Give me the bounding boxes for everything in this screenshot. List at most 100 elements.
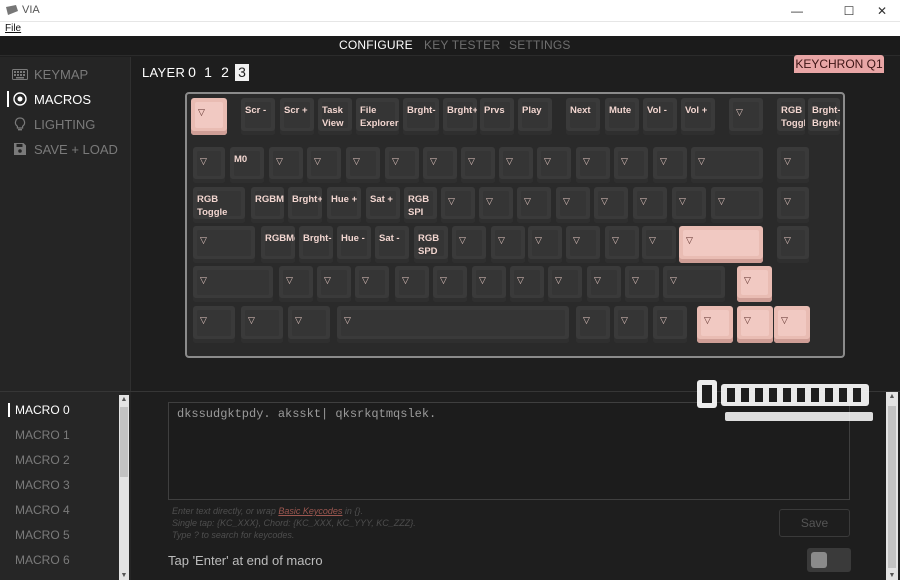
- keycap[interactable]: ▽: [491, 226, 525, 263]
- macro-item-5[interactable]: MACRO 5: [15, 528, 70, 542]
- keycap[interactable]: ▽: [193, 266, 273, 302]
- keycap[interactable]: ▽: [777, 226, 809, 263]
- keycap[interactable]: ▽: [517, 187, 551, 223]
- editor-scrollbar[interactable]: ▲ ▼: [886, 392, 898, 580]
- close-button[interactable]: ✕: [865, 0, 899, 22]
- keycap[interactable]: ▽: [711, 187, 763, 223]
- keycap[interactable]: ▽: [642, 226, 676, 263]
- keycap[interactable]: Hue -: [337, 226, 371, 263]
- keycap[interactable]: Sat -: [375, 226, 409, 263]
- tab-settings[interactable]: SETTINGS: [509, 38, 571, 52]
- keycap[interactable]: RGBMd-: [261, 226, 295, 263]
- scroll-down-arrow-icon[interactable]: ▼: [119, 572, 129, 579]
- save-button[interactable]: Save: [779, 509, 850, 537]
- keycap[interactable]: ▽: [279, 266, 313, 302]
- keycap[interactable]: ▽: [697, 306, 733, 343]
- keycap[interactable]: M0: [230, 147, 264, 183]
- sidebar-item-macros[interactable]: MACROS: [6, 89, 91, 109]
- keycap[interactable]: Mute: [605, 98, 639, 135]
- tab-key-tester[interactable]: KEY TESTER: [424, 38, 500, 52]
- keycap[interactable]: RGB SPD: [414, 226, 448, 263]
- macro-item-0[interactable]: MACRO 0: [8, 403, 70, 417]
- layer-2-button[interactable]: 2: [218, 64, 232, 81]
- keycap[interactable]: Hue +: [327, 187, 361, 223]
- enter-toggle[interactable]: [807, 548, 851, 572]
- scroll-up-arrow-icon[interactable]: ▲: [886, 393, 898, 400]
- keycap[interactable]: ▽: [193, 147, 225, 183]
- keycap[interactable]: ▽: [472, 266, 506, 302]
- macro-item-6[interactable]: MACRO 6: [15, 553, 70, 567]
- keycap[interactable]: ▽: [556, 187, 590, 223]
- keycap[interactable]: ▽: [576, 147, 610, 183]
- keycap[interactable]: RGBMd-: [251, 187, 284, 223]
- keycap[interactable]: Task View: [318, 98, 352, 135]
- keycap[interactable]: ▽: [594, 187, 628, 223]
- keycap[interactable]: ▽: [774, 306, 810, 343]
- keycap[interactable]: ▽: [346, 147, 380, 183]
- keycap[interactable]: ▽: [663, 266, 725, 302]
- keycap[interactable]: Scr -: [241, 98, 275, 135]
- scrollbar-thumb[interactable]: [120, 407, 128, 477]
- keycap[interactable]: ▽: [672, 187, 706, 223]
- keycap[interactable]: ▽: [269, 147, 303, 183]
- keycap[interactable]: ▽: [479, 187, 513, 223]
- keycap[interactable]: ▽: [691, 147, 763, 183]
- keycap[interactable]: Brght+: [288, 187, 322, 223]
- keycap[interactable]: Scr +: [280, 98, 314, 135]
- basic-keycodes-link[interactable]: Basic Keycodes: [278, 506, 342, 516]
- keycap[interactable]: ▽: [537, 147, 571, 183]
- keycap[interactable]: ▽: [423, 147, 457, 183]
- keycap[interactable]: ▽: [193, 226, 255, 263]
- sidebar-item-save-load[interactable]: SAVE + LOAD: [12, 139, 118, 159]
- keycap[interactable]: ▽: [566, 226, 600, 263]
- keycap[interactable]: Brght+: [443, 98, 477, 135]
- keycap[interactable]: Vol -: [643, 98, 677, 135]
- macro-item-3[interactable]: MACRO 3: [15, 478, 70, 492]
- keycap[interactable]: RGB SPI: [404, 187, 437, 223]
- macro-item-4[interactable]: MACRO 4: [15, 503, 70, 517]
- scrollbar-thumb[interactable]: [888, 406, 896, 568]
- keycap[interactable]: ▽: [614, 147, 648, 183]
- keycap[interactable]: Vol +: [681, 98, 715, 135]
- macro-item-2[interactable]: MACRO 2: [15, 453, 70, 467]
- tab-configure[interactable]: CONFIGURE: [339, 38, 413, 52]
- scroll-down-arrow-icon[interactable]: ▼: [886, 572, 898, 579]
- macro-list-scrollbar[interactable]: ▲ ▼: [119, 395, 129, 580]
- keycap[interactable]: Prvs: [480, 98, 514, 135]
- keycap[interactable]: ▽: [737, 266, 772, 302]
- keycap[interactable]: ▽: [625, 266, 659, 302]
- keycap[interactable]: ▽: [288, 306, 330, 343]
- minimize-button[interactable]: —: [780, 0, 814, 22]
- keycap[interactable]: ▽: [653, 147, 687, 183]
- keycap[interactable]: ▽: [191, 98, 227, 135]
- scroll-up-arrow-icon[interactable]: ▲: [119, 396, 129, 403]
- keycap[interactable]: ▽: [441, 187, 475, 223]
- keycap[interactable]: ▽: [337, 306, 569, 343]
- keycap[interactable]: ▽: [452, 226, 486, 263]
- keycap[interactable]: ▽: [433, 266, 467, 302]
- keycap[interactable]: RGB Toggl: [777, 98, 805, 135]
- keycap[interactable]: ▽: [614, 306, 648, 343]
- keycap[interactable]: Next: [566, 98, 600, 135]
- keycap[interactable]: ▽: [605, 226, 639, 263]
- keycap[interactable]: Brght- Brght+: [808, 98, 840, 135]
- keycap[interactable]: RGB Toggle: [193, 187, 245, 223]
- keycap[interactable]: ▽: [729, 98, 763, 135]
- menu-file[interactable]: File: [5, 22, 21, 36]
- keycap[interactable]: ▽: [777, 187, 809, 223]
- keycap[interactable]: Play: [518, 98, 552, 135]
- keycap[interactable]: ▽: [510, 266, 544, 302]
- keycap[interactable]: File Explorer: [356, 98, 399, 135]
- sidebar-item-keymap[interactable]: KEYMAP: [12, 64, 88, 84]
- keycap[interactable]: ▽: [548, 266, 582, 302]
- maximize-button[interactable]: ☐: [832, 0, 866, 22]
- keycap[interactable]: ▽: [587, 266, 621, 302]
- layer-3-button[interactable]: 3: [235, 64, 249, 81]
- keycap[interactable]: ▽: [679, 226, 763, 263]
- layer-0-button[interactable]: 0: [185, 64, 199, 81]
- keycap[interactable]: ▽: [737, 306, 773, 343]
- keycap[interactable]: ▽: [307, 147, 341, 183]
- keycap[interactable]: ▽: [777, 147, 809, 183]
- sidebar-item-lighting[interactable]: LIGHTING: [12, 114, 95, 134]
- keycap[interactable]: ▽: [633, 187, 667, 223]
